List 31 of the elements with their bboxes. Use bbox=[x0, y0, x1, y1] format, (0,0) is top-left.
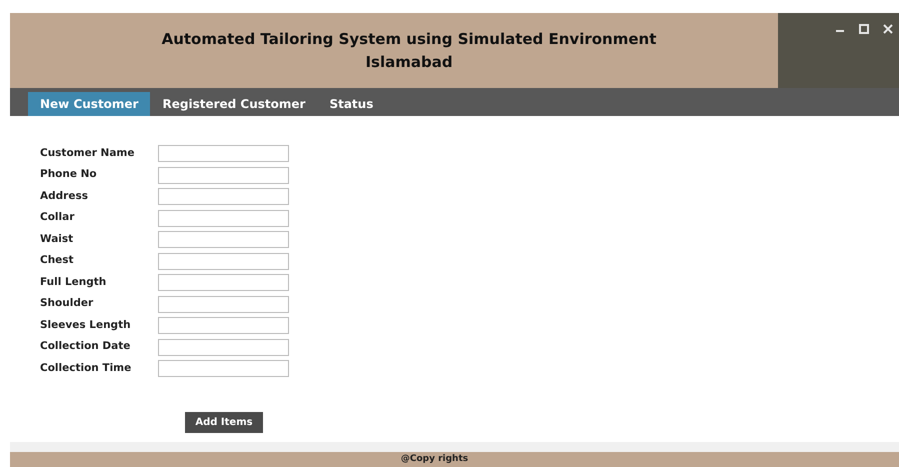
input-field[interactable] bbox=[158, 166, 289, 184]
copyright-text: @Copy rights bbox=[400, 452, 468, 466]
field-label: Sleeves Length bbox=[40, 318, 132, 333]
input-field[interactable] bbox=[158, 145, 289, 162]
input-field[interactable] bbox=[158, 231, 289, 248]
field-label: Customer Name bbox=[40, 146, 136, 161]
tab[interactable]: New Customer bbox=[28, 92, 150, 116]
input-field[interactable] bbox=[158, 317, 289, 334]
maximize-icon[interactable] bbox=[859, 24, 869, 34]
app-title: Automated Tailoring System using Simulated Environment bbox=[162, 29, 656, 50]
input-field[interactable] bbox=[158, 338, 289, 356]
input-field[interactable] bbox=[158, 296, 289, 313]
tab[interactable]: Status bbox=[317, 92, 386, 116]
input-field[interactable] bbox=[158, 360, 289, 378]
add-items-button[interactable]: Add Items bbox=[185, 412, 263, 432]
tab[interactable]: Registered Customer bbox=[150, 92, 318, 116]
field-label: Shoulder bbox=[40, 296, 94, 312]
close-icon[interactable] bbox=[883, 24, 893, 34]
field-label: Collection Date bbox=[40, 339, 132, 354]
input-field[interactable] bbox=[158, 210, 289, 227]
field-label: Collection Time bbox=[40, 360, 132, 376]
field-label: Chest bbox=[40, 253, 75, 268]
field-label: Collar bbox=[40, 210, 76, 226]
field-label: Phone No bbox=[40, 167, 98, 182]
app-subtitle: Islamabad bbox=[365, 52, 453, 72]
input-field[interactable] bbox=[158, 188, 289, 206]
input-field[interactable] bbox=[158, 252, 289, 270]
field-label: Full Length bbox=[40, 274, 108, 290]
field-label: Address bbox=[40, 188, 89, 204]
input-field[interactable] bbox=[158, 274, 289, 292]
field-label: Waist bbox=[40, 232, 74, 247]
